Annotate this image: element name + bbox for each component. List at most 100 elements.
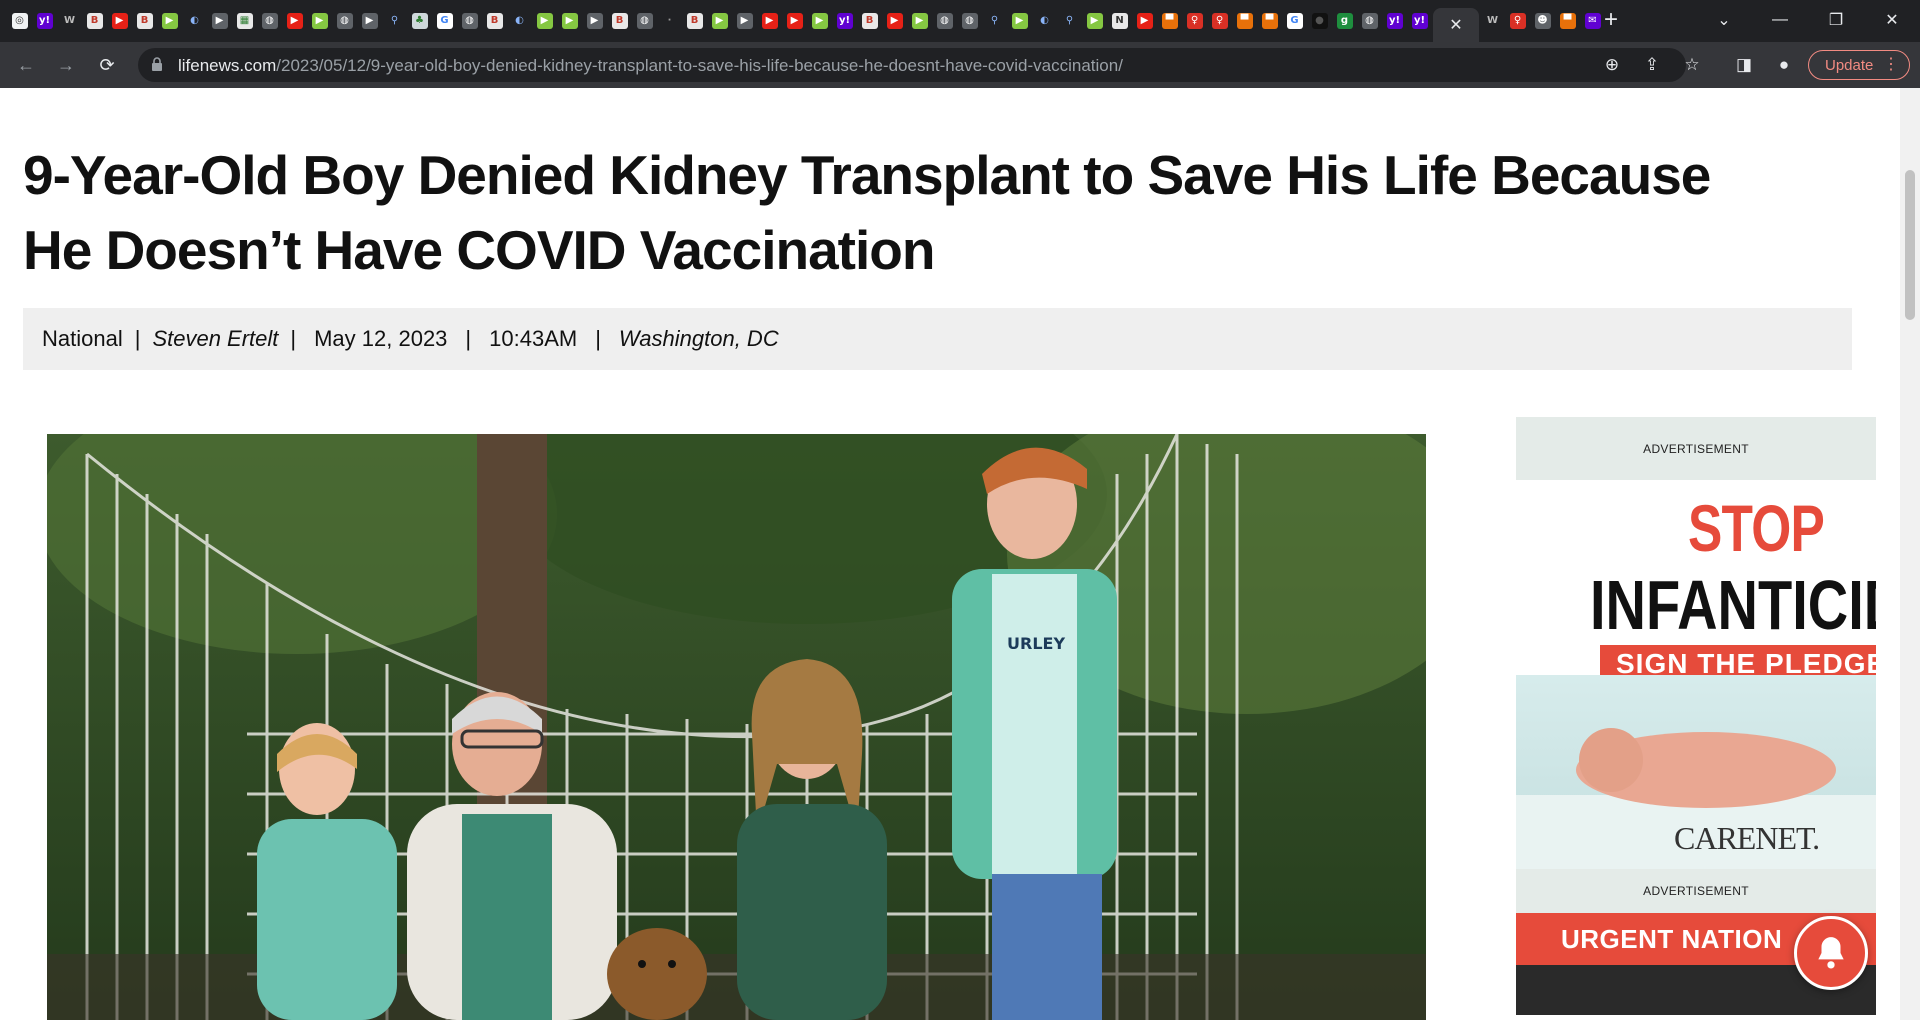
tab-rumble[interactable]: ▶ <box>1083 8 1106 34</box>
globe-icon: ◍ <box>261 13 278 29</box>
tab-yahoo[interactable]: y! <box>33 8 56 34</box>
tab-wiki[interactable]: W <box>1481 8 1504 34</box>
new-tab-button[interactable]: + <box>1598 8 1624 34</box>
tab-wiki[interactable]: W <box>58 8 81 34</box>
restore-button[interactable]: ❐ <box>1808 0 1864 40</box>
page-scrollbar[interactable] <box>1900 88 1920 1020</box>
back-button[interactable]: ← <box>12 51 40 79</box>
menu-dots-icon[interactable]: ⋮ <box>1883 54 1899 74</box>
yahoo-icon: y! <box>836 13 853 29</box>
profile-icon[interactable]: ● <box>1773 54 1795 76</box>
tab-generic[interactable]: ▶ <box>733 8 756 34</box>
tab-youtube[interactable]: ▶ <box>283 8 306 34</box>
tab-search-icon[interactable]: ⌄ <box>1696 0 1752 40</box>
tab-breitbart[interactable]: B <box>133 8 156 34</box>
tab-breitbart[interactable]: B <box>83 8 106 34</box>
globe-icon: ◍ <box>461 13 478 29</box>
tab-chrome[interactable]: ◎ <box>8 8 31 34</box>
carenet-ad[interactable]: STOP INFANTICID SIGN THE PLEDGE CARENET. <box>1516 480 1876 869</box>
tab-shield[interactable]: ◐ <box>183 8 206 34</box>
meta-separator: | <box>134 326 141 351</box>
forward-button[interactable]: → <box>52 51 80 79</box>
tab-search[interactable]: ⚲ <box>383 8 406 34</box>
tab-youtube[interactable]: ▶ <box>1133 8 1156 34</box>
tab-globe[interactable]: ◍ <box>458 8 481 34</box>
tab-generic[interactable]: ▶ <box>208 8 231 34</box>
tab-globe[interactable]: ◍ <box>958 8 981 34</box>
tab-breitbart[interactable]: B <box>858 8 881 34</box>
active-tab[interactable]: ✕ <box>1433 8 1479 42</box>
tab-rumble[interactable]: ▶ <box>708 8 731 34</box>
breitbart-icon: B <box>486 13 503 29</box>
tab-pin[interactable]: ♀ <box>1208 8 1231 34</box>
rumble-icon: ▶ <box>1011 13 1028 29</box>
tab-google[interactable]: G <box>1283 8 1306 34</box>
tab-strip: ◎ y! W B ▶ B ▶ ◐ ▶ ▦ ◍ ▶ ▶ ◍ ▶ ⚲ ♣ G ◍ B ◐ ▶ ▶ ▶ B ◍ · B ▶ ▶ ▶ ▶ ▶ y! B ▶ ▶ ◍… <box>0 0 1920 42</box>
tab-pin[interactable]: ♀ <box>1506 8 1529 34</box>
pin-icon: ♀ <box>1211 13 1228 29</box>
tab-globe[interactable]: ◍ <box>258 8 281 34</box>
tab-globe[interactable]: ◍ <box>333 8 356 34</box>
tab-rumble[interactable]: ▶ <box>533 8 556 34</box>
rumble-icon: ▶ <box>1086 13 1103 29</box>
yahoo-icon: y! <box>1386 13 1403 29</box>
tab-rumble[interactable]: ▶ <box>558 8 581 34</box>
shield-icon: ◐ <box>511 13 528 29</box>
tab-globe[interactable]: ◍ <box>633 8 656 34</box>
notification-bell-button[interactable] <box>1794 916 1868 990</box>
tab-person[interactable]: ☻ <box>1531 8 1554 34</box>
tab-breitbart[interactable]: B <box>683 8 706 34</box>
tab-youtube[interactable]: ▶ <box>783 8 806 34</box>
tab-google[interactable]: G <box>433 8 456 34</box>
tab-circle[interactable]: ● <box>1308 8 1331 34</box>
tab-green[interactable]: g <box>1333 8 1356 34</box>
close-tab-icon[interactable]: ✕ <box>1449 15 1462 35</box>
tab-bookmark[interactable]: ▀ <box>1556 8 1579 34</box>
tab-bookmark[interactable]: ▀ <box>1258 8 1281 34</box>
scrollbar-thumb[interactable] <box>1905 170 1915 320</box>
tab-breitbart[interactable]: B <box>483 8 506 34</box>
tab-youtube[interactable]: ▶ <box>758 8 781 34</box>
tab-youtube[interactable]: ▶ <box>108 8 131 34</box>
tab-yahoo[interactable]: y! <box>833 8 856 34</box>
share-icon[interactable]: ⇪ <box>1642 55 1662 75</box>
tab-bookmark[interactable]: ▀ <box>1233 8 1256 34</box>
address-bar[interactable]: lifenews.com/2023/05/12/9-year-old-boy-d… <box>138 48 1700 82</box>
tab-list: ◎ y! W B ▶ B ▶ ◐ ▶ ▦ ◍ ▶ ▶ ◍ ▶ ⚲ ♣ G ◍ B ◐ ▶ ▶ ▶ B ◍ · B ▶ ▶ ▶ ▶ ▶ y! B ▶ ▶ ◍… <box>8 8 1604 42</box>
tab-youtube[interactable]: ▶ <box>883 8 906 34</box>
bookmark-icon: ▀ <box>1236 13 1253 29</box>
tab-search[interactable]: ⚲ <box>1058 8 1081 34</box>
tab-news[interactable]: N <box>1108 8 1131 34</box>
tab-rumble[interactable]: ▶ <box>1008 8 1031 34</box>
tab-yahoo[interactable]: y! <box>1383 8 1406 34</box>
tab-pattern[interactable]: ▦ <box>233 8 256 34</box>
tab-rumble[interactable]: ▶ <box>158 8 181 34</box>
tab-tree[interactable]: ♣ <box>408 8 431 34</box>
chrome-icon: ◎ <box>11 13 28 29</box>
tab-pin[interactable]: ♀ <box>1183 8 1206 34</box>
reload-button[interactable]: ⟳ <box>93 51 121 79</box>
tab-generic[interactable]: ▶ <box>358 8 381 34</box>
close-window-button[interactable]: ✕ <box>1864 0 1920 40</box>
article-author[interactable]: Steven Ertelt <box>152 326 278 352</box>
tab-globe[interactable]: ◍ <box>933 8 956 34</box>
tab-shield[interactable]: ◐ <box>1033 8 1056 34</box>
minimize-button[interactable]: — <box>1752 0 1808 40</box>
tab-yahoo[interactable]: y! <box>1408 8 1431 34</box>
tab-breitbart[interactable]: B <box>608 8 631 34</box>
zoom-icon[interactable]: ⊕ <box>1602 55 1622 75</box>
search-icon: ⚲ <box>386 13 403 29</box>
tab-rumble[interactable]: ▶ <box>808 8 831 34</box>
article-category[interactable]: National <box>42 326 123 352</box>
tab-globe[interactable]: ◍ <box>1358 8 1381 34</box>
update-button[interactable]: Update ⋮ <box>1808 50 1910 80</box>
tab-generic[interactable]: ▶ <box>583 8 606 34</box>
tab-dark[interactable]: · <box>658 8 681 34</box>
tab-rumble[interactable]: ▶ <box>308 8 331 34</box>
tab-rumble[interactable]: ▶ <box>908 8 931 34</box>
side-panel-icon[interactable]: ◨ <box>1733 54 1755 76</box>
bookmark-star-icon[interactable]: ☆ <box>1682 55 1702 75</box>
tab-search[interactable]: ⚲ <box>983 8 1006 34</box>
tab-shield[interactable]: ◐ <box>508 8 531 34</box>
tab-bookmark[interactable]: ▀ <box>1158 8 1181 34</box>
